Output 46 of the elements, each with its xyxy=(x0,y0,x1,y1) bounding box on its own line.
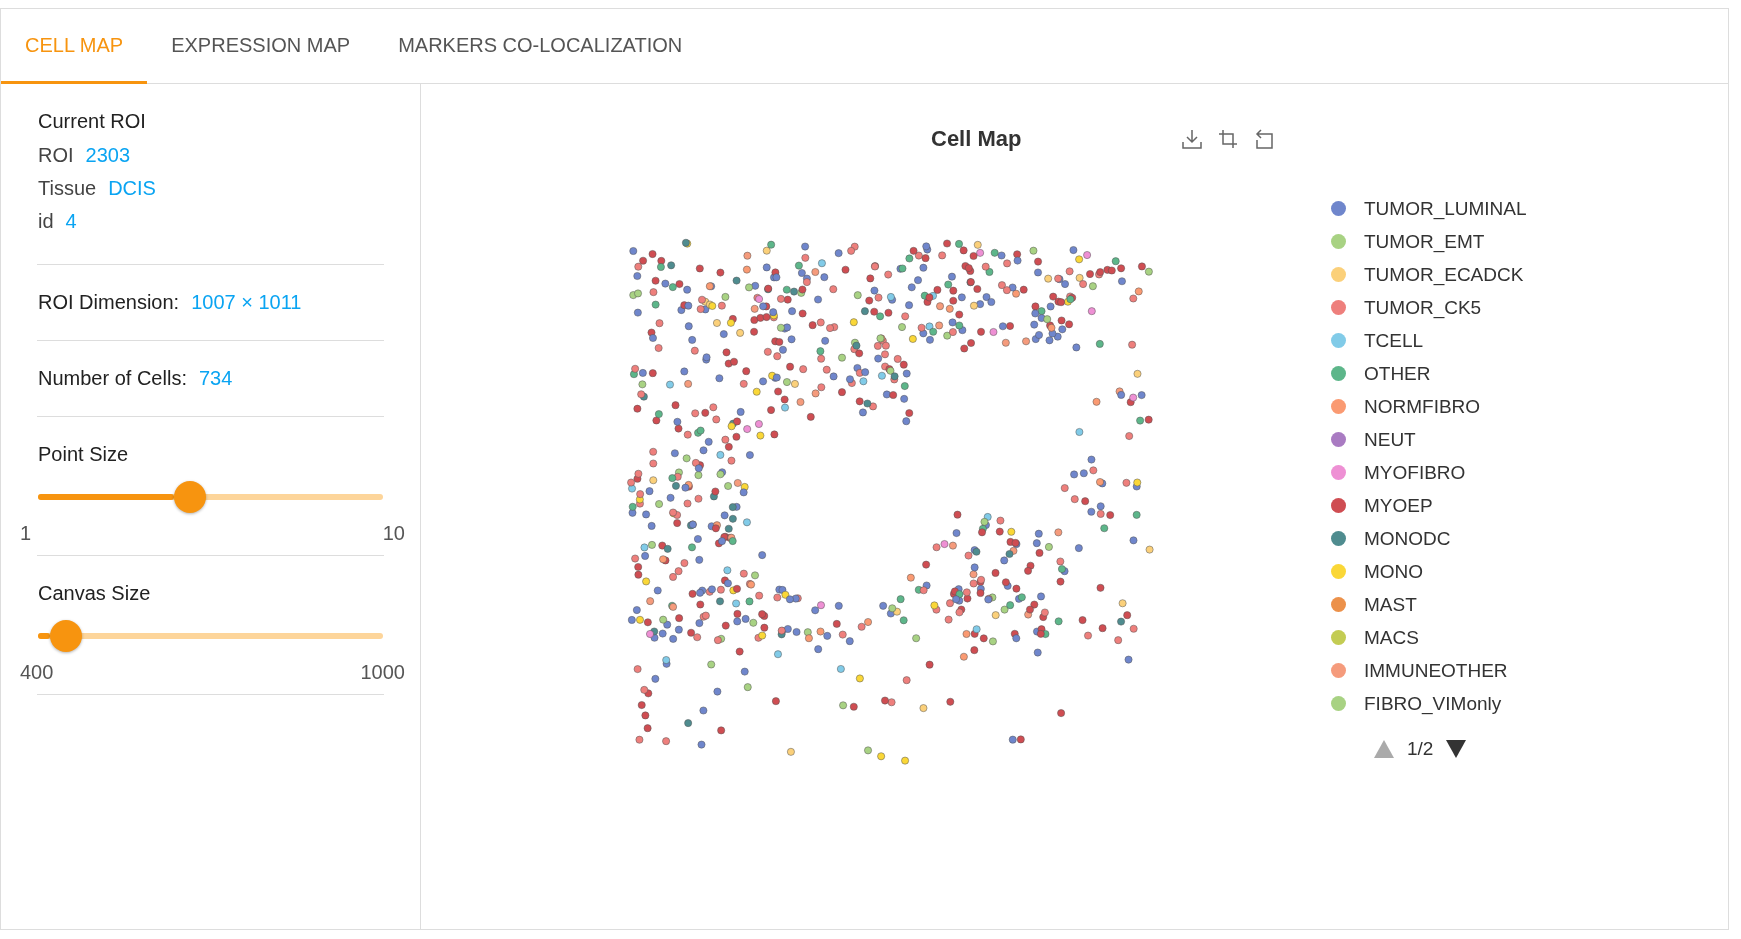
slider[interactable] xyxy=(38,481,383,513)
slider-min: 1 xyxy=(20,522,32,545)
slider[interactable] xyxy=(38,620,383,652)
legend-label[interactable]: TUMOR_CK5 xyxy=(1364,296,1482,319)
reset-icon[interactable] xyxy=(1253,128,1276,150)
legend-label[interactable]: MYOFIBRO xyxy=(1364,461,1466,484)
zoom-select-icon[interactable] xyxy=(1217,128,1240,150)
stat-value: 734 xyxy=(198,367,233,389)
legend-label[interactable]: MYOEP xyxy=(1364,494,1433,517)
field-label: Tissue xyxy=(38,177,97,199)
field-value: DCIS xyxy=(108,177,156,199)
field-label: ROI xyxy=(38,144,74,166)
legend-label[interactable]: TUMOR_ECADCK xyxy=(1364,263,1524,286)
legend-label[interactable]: IMMUNEOTHER xyxy=(1364,659,1508,682)
stat-label: ROI Dimension: xyxy=(38,291,180,313)
page-indicator: 1/2 xyxy=(1407,738,1434,760)
legend-label[interactable]: TUMOR_LUMINAL xyxy=(1364,197,1527,220)
tab[interactable]: EXPRESSION MAP xyxy=(147,9,375,84)
slider-thumb[interactable] xyxy=(173,481,206,513)
legend-label[interactable]: TCELL xyxy=(1364,329,1424,352)
legend-label[interactable]: MACS xyxy=(1364,626,1419,649)
legend-label[interactable]: NEUT xyxy=(1364,428,1416,451)
slider-label: Canvas Size xyxy=(38,582,152,605)
download-icon[interactable] xyxy=(1181,128,1204,150)
slider-max: 10 xyxy=(382,522,405,545)
tab[interactable]: MARKERS CO-LOCALIZATION xyxy=(374,9,707,84)
legend-label[interactable]: MAST xyxy=(1364,593,1417,616)
slider-thumb[interactable] xyxy=(49,620,82,652)
section-heading: Current ROI xyxy=(38,110,147,133)
slider-min: 400 xyxy=(20,661,54,684)
plot-title: Cell Map xyxy=(931,126,1022,152)
field-label: id xyxy=(38,210,54,232)
legend-label[interactable]: FIBRO_VIMonly xyxy=(1364,692,1502,715)
field-value: 4 xyxy=(65,210,77,232)
legend-label[interactable]: MONODC xyxy=(1364,527,1451,550)
page-up-icon[interactable] xyxy=(1373,739,1395,759)
slider-max: 1000 xyxy=(360,661,405,684)
stat-label: Number of Cells: xyxy=(38,367,187,389)
legend-label[interactable]: OTHER xyxy=(1364,362,1431,385)
slider-label: Point Size xyxy=(38,443,130,466)
page-down-icon[interactable] xyxy=(1445,739,1468,759)
stat-value: 1007 × 1011 xyxy=(191,291,302,313)
legend-label[interactable]: TUMOR_EMT xyxy=(1364,230,1485,253)
field-value: 2303 xyxy=(85,144,131,166)
legend-label[interactable]: MONO xyxy=(1364,560,1424,583)
legend-label[interactable]: NORMFIBRO xyxy=(1364,395,1481,418)
